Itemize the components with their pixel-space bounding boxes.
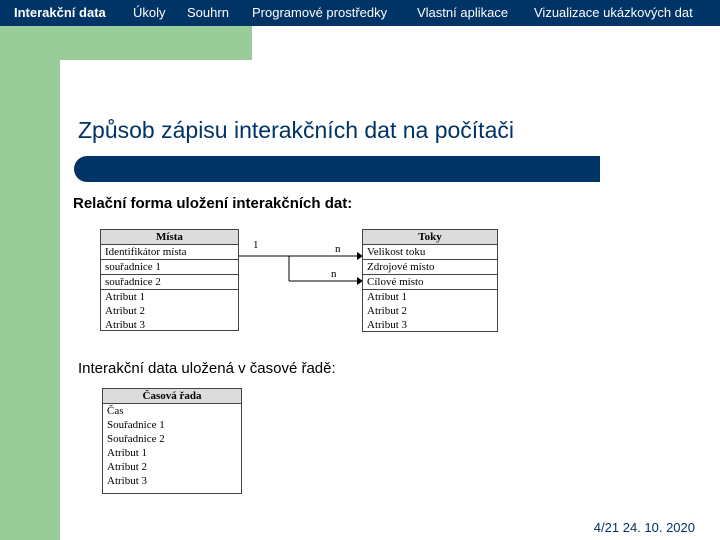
cardinality-n-label: n [335,243,341,255]
nav-item-souhrn[interactable]: Souhrn [187,5,229,20]
nav-item-vlastni-aplikace[interactable]: Vlastní aplikace [417,5,508,20]
table-row: Cílové místo [363,275,497,290]
slide-title: Způsob zápisu interakčních dat na počíta… [78,117,514,143]
table-row: Souřadnice 2 [107,433,165,445]
nav-item-vizualizace-ukazkovych-dat[interactable]: Vizualizace ukázkových dat [534,5,693,20]
nav-item-programove-prostredky[interactable]: Programové prostředky [252,5,387,20]
table-row: Zdrojové místo [363,260,497,275]
table-mista: Místa Identifikátor místa souřadnice 1 s… [100,229,239,331]
title-underline-bar [74,156,600,182]
table-row: souřadnice 1 [101,260,238,275]
left-decorative-band [0,26,60,540]
table-row: Atribut 1 [105,291,146,303]
table-toky-header: Toky [363,230,497,245]
table-row: Čas [107,405,124,417]
table-row: Atribut 2 [107,461,148,473]
table-row: Identifikátor místa [101,245,238,260]
table-row: Atribut 1 [367,291,408,303]
table-row: Atribut 3 [105,319,146,331]
table-row: Velikost toku [363,245,497,260]
table-mista-header: Místa [101,230,238,245]
table-row: Atribut 2 [105,305,146,317]
relational-form-heading: Relační forma uložení interakčních dat: [73,195,353,212]
cardinality-one-label: 1 [253,239,259,251]
table-row: Atribut 3 [107,475,148,487]
table-toky: Toky Velikost toku Zdrojové místo Cílové… [362,229,498,332]
active-tab-connector [60,26,252,60]
relationship-connector: 1 n n [239,239,363,285]
table-row: Souřadnice 1 [107,419,165,431]
timeseries-heading: Interakční data uložená v časové řadě: [78,360,336,377]
top-navigation-bar: Interakční data Úkoly Souhrn Programové … [0,0,720,26]
slide-footer-page-info: 4/21 24. 10. 2020 [593,520,695,535]
nav-item-ukoly[interactable]: Úkoly [133,5,166,20]
table-row: Atribut 2 [367,305,408,317]
table-row: Atribut 1 [107,447,148,459]
table-row: Atribut 3 [367,319,408,331]
nav-item-interakcni-data[interactable]: Interakční data [14,5,106,20]
table-casova-rada-header: Časová řada [103,389,241,404]
table-row: souřadnice 2 [101,275,238,290]
table-casova-rada: Časová řada Čas Souřadnice 1 Souřadnice … [102,388,242,494]
cardinality-n-label: n [331,268,337,280]
